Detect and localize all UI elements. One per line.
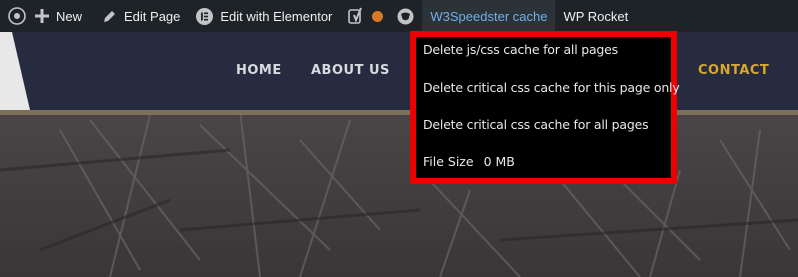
yoast-seo-menu[interactable] — [340, 0, 368, 32]
file-size-label: File Size — [423, 154, 474, 169]
wp-rocket-label: WP Rocket — [563, 8, 629, 24]
w3speedster-icon-item[interactable] — [391, 0, 418, 32]
yoast-icon — [348, 7, 364, 25]
file-size-value: 0 MB — [483, 154, 515, 169]
nav-about-us[interactable]: ABOUT US — [311, 63, 390, 78]
new-content-menu[interactable]: New — [27, 0, 90, 32]
edit-with-elementor-link[interactable]: Edit with Elementor — [188, 0, 340, 32]
delete-critical-css-this-page[interactable]: Delete critical css cache for this page … — [423, 80, 680, 95]
status-dot-icon — [372, 10, 384, 22]
elementor-icon — [196, 7, 214, 25]
delete-critical-css-all-pages[interactable]: Delete critical css cache for all pages — [423, 117, 649, 132]
site-header — [0, 32, 798, 110]
w3speedster-cache-menu[interactable]: W3Speedster cache — [422, 0, 556, 32]
nav-home[interactable]: HOME — [236, 63, 282, 78]
seo-status-indicator[interactable] — [368, 0, 391, 32]
new-label: New — [56, 8, 83, 24]
nav-contact[interactable]: CONTACT — [698, 63, 769, 78]
hero-image — [0, 110, 798, 277]
wp-rocket-menu[interactable]: WP Rocket — [555, 0, 636, 32]
file-size-readout: File Size 0 MB — [423, 154, 515, 169]
w3speedster-cache-label: W3Speedster cache — [430, 8, 548, 24]
wordpress-icon — [8, 7, 26, 25]
edit-page-link[interactable]: Edit Page — [94, 0, 188, 32]
plus-icon — [35, 9, 49, 23]
w3speedster-icon — [397, 8, 414, 25]
site-logo[interactable] — [0, 32, 30, 110]
edit-with-elementor-label: Edit with Elementor — [220, 8, 333, 24]
hero-top-band — [0, 110, 798, 115]
pencil-icon — [102, 9, 117, 24]
w3speedster-cache-dropdown: Delete js/css cache for all pages Delete… — [410, 31, 680, 184]
edit-page-label: Edit Page — [124, 8, 181, 24]
admin-bar: New Edit Page Edit with Elementor W3Spee… — [0, 0, 798, 32]
delete-js-css-cache-all-pages[interactable]: Delete js/css cache for all pages — [423, 42, 618, 57]
